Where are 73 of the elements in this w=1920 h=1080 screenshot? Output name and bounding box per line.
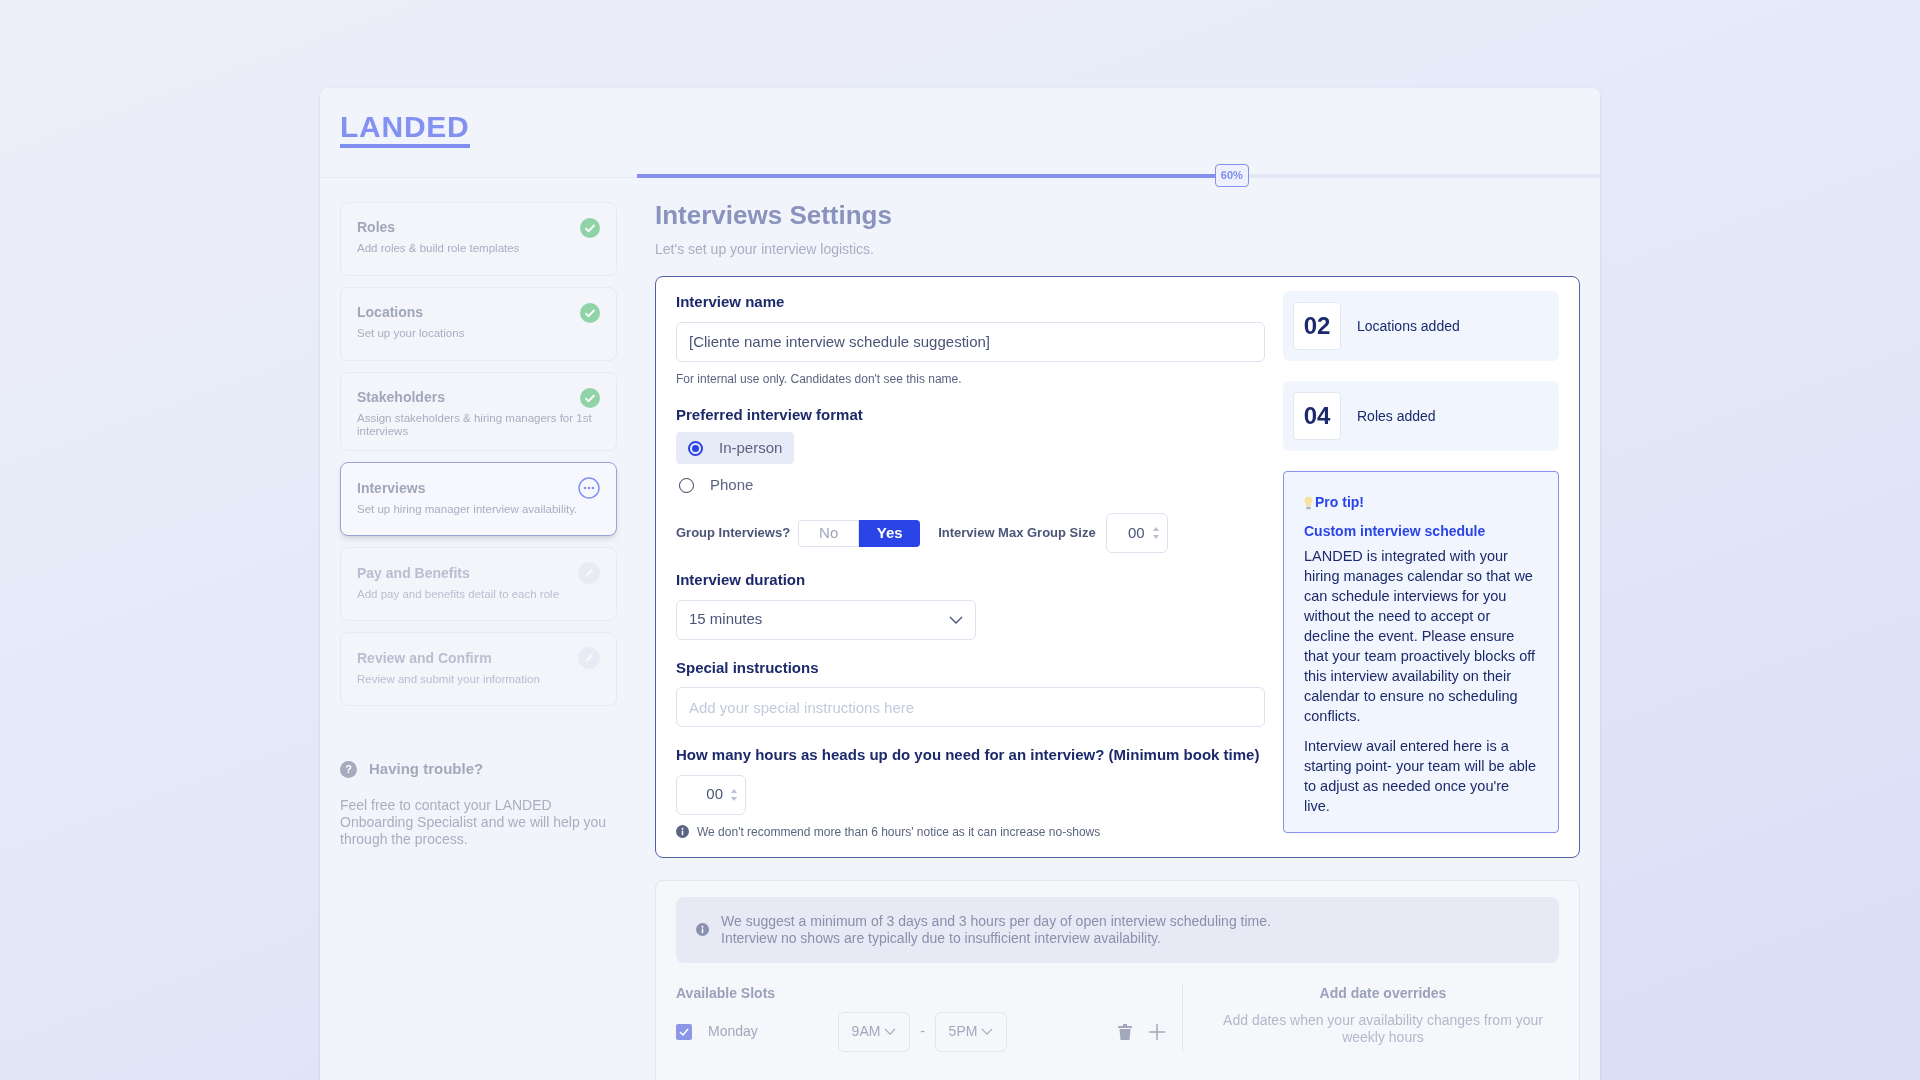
step-description: Set up hiring manager interview availability.	[357, 503, 579, 516]
group-size-stepper[interactable]: 00	[1105, 513, 1168, 553]
progress-badge: 60%	[1214, 164, 1249, 187]
notice-text: Interview no shows are typically due to insufficient interview availability.	[721, 929, 1162, 947]
field-label: Interview Max Group Size	[938, 524, 1096, 543]
section-title: Add date overrides	[1318, 983, 1448, 1003]
chevron-down-icon	[884, 1028, 897, 1035]
field-label: Preferred interview format	[676, 404, 864, 425]
toggle-option[interactable]: Yes	[859, 519, 921, 547]
step-description: Add roles & build role templates	[357, 242, 521, 255]
tip-text: LANDED is integrated with your hiring manages calendar so that we can schedule interviews for you without the need to accept or decline the event. Please ensure that your team proactively blocks off this interview availability on their calendar to ensure no scheduling conflicts.	[1304, 547, 1537, 726]
overrides-text: Add dates when your availability changes from your weekly hours	[1222, 1011, 1544, 1046]
tip-text: Interview avail entered here is a starting point- your team will be able to adjust as needed once you're live.	[1304, 737, 1538, 816]
step-description: Assign stakeholders & hiring managers for 1st interviews	[357, 412, 593, 438]
time-dropdown[interactable]: 5PM	[935, 1011, 1007, 1052]
step-card[interactable]: Locations Set up your locations	[340, 287, 617, 361]
page-subtitle: Let's set up your interview logistics.	[655, 240, 875, 259]
check-circle-icon	[580, 387, 600, 408]
field-label: Interview duration	[676, 570, 807, 590]
step-card[interactable]: Roles Add roles & build role templates	[340, 202, 617, 276]
hint-text: For internal use only. Candidates don't see this name.	[676, 370, 963, 388]
page-title: Interviews Settings	[655, 199, 893, 232]
field-label: How many hours as heads up do you need for an interview? (Minimum book time)	[676, 745, 1261, 765]
stat-number: 04	[1293, 392, 1341, 440]
step-title: Locations	[357, 303, 424, 322]
day-checkbox[interactable]	[676, 1023, 692, 1040]
logo: LANDED	[340, 110, 470, 143]
stat-label: Locations added	[1357, 316, 1460, 336]
day-label: Monday	[708, 1022, 759, 1041]
duration-dropdown[interactable]: 15 minutes	[676, 599, 976, 640]
check-circle-icon	[580, 217, 600, 238]
plus-icon[interactable]	[1148, 1022, 1166, 1041]
info-icon	[676, 825, 689, 838]
stat-number: 02	[1293, 302, 1341, 350]
step-title: Stakeholders	[357, 388, 445, 407]
step-description: Review and submit your information	[357, 673, 541, 686]
time-separator: -	[919, 1022, 926, 1041]
step-card[interactable]: Interviews Set up hiring manager interview availability.	[340, 462, 617, 536]
chevron-down-icon	[949, 615, 963, 624]
help-icon: ?	[340, 760, 357, 778]
section-title: Available Slots	[676, 983, 777, 1003]
radio-option[interactable]: In-person	[676, 432, 795, 464]
help-text: Feel free to contact your LANDED Onboarding Specialist and we will help you through the process.	[340, 796, 608, 848]
field-label: Special instructions	[676, 657, 820, 678]
tip-title: Custom interview schedule	[1304, 522, 1487, 541]
notice-text: We suggest a minimum of 3 days and 3 hours per day of open interview scheduling time.	[721, 912, 1271, 930]
instructions-field[interactable]: Add your special instructions here	[676, 687, 1265, 727]
interview-name-field[interactable]: [Cliente name interview schedule suggestion]	[676, 321, 1265, 362]
toggle-option[interactable]: No	[798, 519, 860, 547]
spinner-arrows-icon[interactable]	[1152, 526, 1159, 540]
step-title: Review and Confirm	[357, 648, 492, 668]
field-label: Group Interviews?	[676, 524, 791, 543]
step-card[interactable]: Stakeholders Assign stakeholders & hiring managers for 1st interviews	[340, 372, 617, 451]
trash-icon[interactable]	[1118, 1023, 1132, 1040]
stat-label: Roles added	[1357, 406, 1436, 426]
more-icon	[578, 477, 600, 499]
note-text: We don't recommend more than 6 hours' notice as it can increase no-shows	[697, 823, 1101, 841]
info-icon	[696, 923, 709, 936]
step-description: Set up your locations	[357, 327, 466, 340]
field-label: Interview name	[676, 292, 786, 312]
step-title: Interviews	[357, 478, 426, 498]
time-dropdown[interactable]: 9AM	[838, 1011, 910, 1052]
spinner-arrows-icon[interactable]	[731, 787, 737, 802]
tip-label: Pro tip!	[1315, 493, 1364, 512]
help-title: Having trouble?	[369, 759, 484, 779]
check-circle-icon	[580, 302, 600, 323]
lightbulb-icon	[1304, 495, 1313, 510]
step-title: Pay and Benefits	[357, 563, 470, 583]
heads-up-stepper[interactable]: 00	[676, 774, 746, 815]
radio-option[interactable]: Phone	[676, 469, 757, 501]
step-title: Roles	[357, 218, 396, 237]
chevron-down-icon	[981, 1028, 994, 1035]
step-card[interactable]: Review and Confirm Review and submit your information	[340, 632, 617, 706]
